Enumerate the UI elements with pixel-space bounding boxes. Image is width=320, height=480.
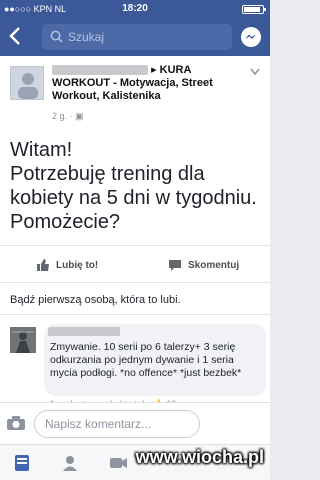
friends-icon[interactable] — [60, 453, 80, 473]
battery-icon — [242, 5, 266, 14]
post-line: Witam! — [10, 139, 73, 161]
top-navbar — [0, 18, 270, 56]
share-arrow-icon: ▸ — [151, 64, 157, 76]
video-icon[interactable] — [108, 453, 128, 473]
first-like-text: Bądź pierwszą osobą, która to lubi. — [10, 294, 181, 306]
comment-button[interactable]: Skomentuj — [168, 246, 239, 284]
post-line: Potrzebuję trening dla kobiety na 5 dni … — [10, 163, 257, 209]
commenter-name-redacted[interactable] — [48, 327, 120, 336]
search-input[interactable] — [68, 27, 218, 47]
post-card: ▸ KURA WORKOUT - Motywacja, Street Worko… — [0, 56, 270, 314]
search-box[interactable] — [42, 24, 232, 50]
post-line: Pomożecie? — [10, 211, 121, 233]
post-meta: 2 g. · ▣ — [52, 111, 84, 122]
group-name-link[interactable]: WORKOUT - Motywacja, Street Workout, Kal… — [52, 77, 213, 102]
comment-text: Zmywanie. 10 serii po 6 talerzy+ 3 serię… — [50, 341, 242, 379]
post-body: Witam! Potrzebuję trening dla kobiety na… — [10, 138, 265, 234]
clock: 18:20 — [122, 3, 148, 14]
post-header: ▸ KURA WORKOUT - Motywacja, Street Worko… — [52, 64, 262, 103]
messenger-icon[interactable] — [240, 26, 262, 48]
camera-icon[interactable] — [6, 415, 26, 431]
watermark-logo: www.wiocha.pl — [135, 447, 264, 467]
comment-list: Zmywanie. 10 serii po 6 talerzy+ 3 serię… — [0, 314, 270, 409]
commenter-avatar[interactable] — [10, 327, 36, 353]
post-actions: Lubię to! Skomentuj — [0, 245, 270, 283]
comment-label: Skomentuj — [188, 259, 240, 271]
chevron-down-icon[interactable] — [250, 68, 260, 76]
comment-icon — [169, 260, 181, 271]
author-avatar[interactable] — [10, 66, 44, 100]
post-time[interactable]: 2 g. · — [52, 111, 73, 121]
author-name-redacted[interactable] — [52, 65, 148, 76]
thumbs-up-icon — [37, 259, 49, 271]
back-chevron-icon[interactable] — [8, 26, 28, 48]
comment-composer — [0, 402, 270, 444]
comment-input[interactable] — [34, 410, 200, 438]
group-icon: ▣ — [75, 111, 84, 121]
author-suffix: KURA — [159, 64, 192, 76]
news-feed-icon[interactable] — [12, 453, 32, 473]
like-label: Lubię to! — [56, 259, 99, 271]
like-button[interactable]: Lubię to! — [36, 246, 98, 284]
search-icon — [50, 30, 63, 43]
status-bar: ●●○○○ KPN NL 18:20 — [0, 0, 270, 18]
